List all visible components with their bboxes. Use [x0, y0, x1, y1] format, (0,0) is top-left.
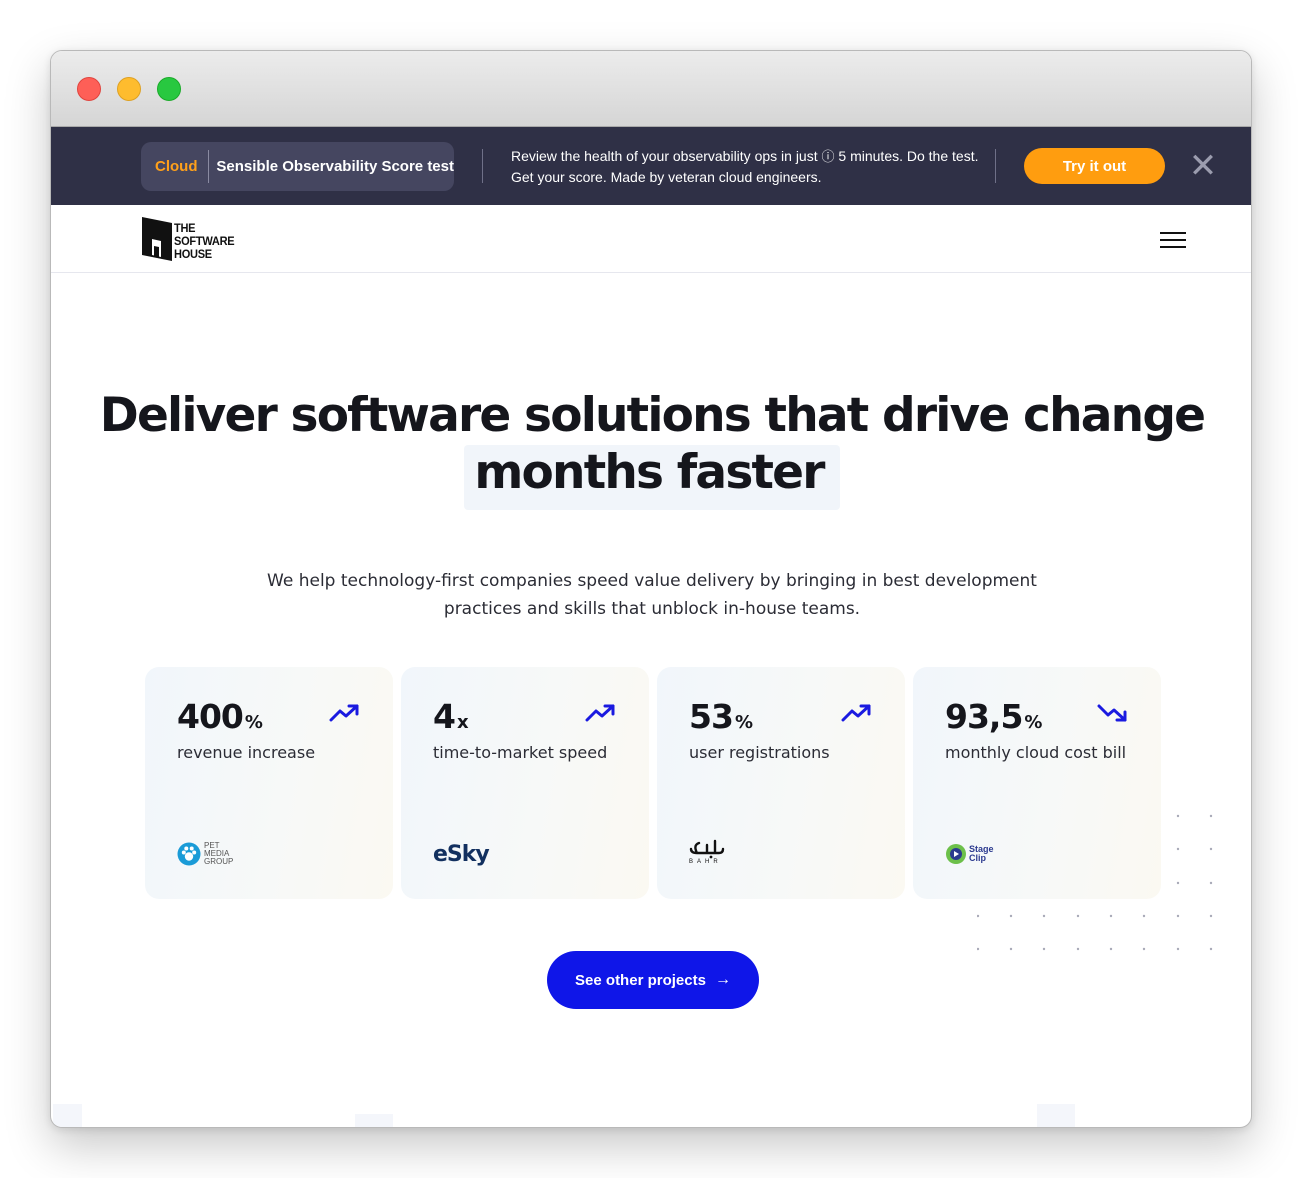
stat-label: revenue increase — [177, 743, 316, 762]
trend-up-icon — [585, 704, 615, 722]
trend-down-icon — [1097, 704, 1127, 722]
stat-card[interactable]: 4x time-to-market speed eSky — [401, 667, 649, 899]
arrow-right-icon: → — [714, 971, 731, 988]
hero-title-main: Deliver software solutions that drive ch… — [99, 388, 1206, 443]
bahr-arabic-mark — [689, 839, 725, 859]
client-name: PET MEDIA GROUP — [204, 841, 234, 866]
decorative-square — [355, 1114, 393, 1127]
promo-description: Review the health of your observability … — [511, 146, 981, 187]
stat-unit: % — [244, 712, 263, 733]
site-header: THE SOFTWARE HOUSE — [51, 205, 1251, 273]
clock-icon: ⓘ — [821, 149, 835, 164]
promo-divider — [995, 149, 996, 183]
stat-card[interactable]: 400% revenue increase PET MEDIA GROUP — [145, 667, 393, 899]
stat-unit: x — [456, 712, 469, 733]
decorative-square — [1037, 1104, 1075, 1127]
stat-value: 53% — [689, 697, 753, 736]
promo-chip-category: Cloud — [155, 158, 198, 175]
stat-label: monthly cloud cost bill — [945, 743, 1127, 762]
promo-text-before: Review the health of your observability … — [511, 148, 818, 164]
stat-number: 53 — [689, 697, 734, 736]
stat-number: 93,5 — [945, 697, 1023, 736]
stat-value: 4x — [433, 697, 469, 736]
promo-divider — [482, 149, 483, 183]
logo-wordmark: THE SOFTWARE HOUSE — [174, 222, 235, 261]
stat-card[interactable]: 53% user registrations BAHR — [657, 667, 905, 899]
promo-banner: Cloud Sensible Observability Score test … — [51, 127, 1251, 205]
client-logo-esky: eSky — [433, 837, 490, 871]
client-name: eSky — [433, 841, 490, 867]
close-icon[interactable]: ✕ — [1188, 149, 1218, 183]
stat-number: 4 — [433, 697, 456, 736]
client-logo-pet-media-group: PET MEDIA GROUP — [177, 837, 238, 871]
promo-chip-title: Sensible Observability Score test — [216, 158, 454, 175]
trend-up-icon — [841, 704, 871, 722]
close-window-button[interactable] — [77, 77, 101, 101]
stat-unit: % — [1024, 712, 1043, 733]
decorative-square — [53, 1104, 82, 1127]
promo-chip: Cloud Sensible Observability Score test — [141, 142, 454, 191]
decorative-dot-grid — [977, 814, 1213, 951]
company-logo[interactable]: THE SOFTWARE HOUSE — [142, 217, 242, 263]
logo-line: HOUSE — [174, 247, 212, 261]
stat-label: time-to-market speed — [433, 743, 608, 762]
browser-window: Cloud Sensible Observability Score test … — [50, 50, 1252, 1128]
stat-label: user registrations — [689, 743, 830, 762]
trend-up-icon — [329, 704, 359, 722]
see-other-projects-button[interactable]: See other projects → — [547, 951, 759, 1009]
hero-title: Deliver software solutions that drive ch… — [51, 387, 1251, 510]
client-logo-bahr: BAHR — [689, 837, 725, 871]
stat-value: 400% — [177, 697, 263, 736]
hamburger-icon[interactable] — [1160, 232, 1186, 248]
maximize-window-button[interactable] — [157, 77, 181, 101]
client-name: BAHR — [689, 859, 722, 865]
stat-value: 93,5% — [945, 697, 1042, 736]
hero-title-highlight: months faster — [464, 445, 840, 510]
paw-icon — [177, 842, 201, 866]
stat-unit: % — [734, 712, 753, 733]
window-titlebar — [51, 51, 1251, 127]
hero-subtitle: We help technology-first companies speed… — [267, 571, 1037, 619]
cta-label: See other projects — [575, 971, 706, 989]
house-logo-icon — [142, 217, 172, 261]
try-it-out-button[interactable]: Try it out — [1024, 148, 1165, 184]
minimize-window-button[interactable] — [117, 77, 141, 101]
play-circle-icon — [946, 844, 966, 864]
stat-number: 400 — [177, 697, 244, 736]
